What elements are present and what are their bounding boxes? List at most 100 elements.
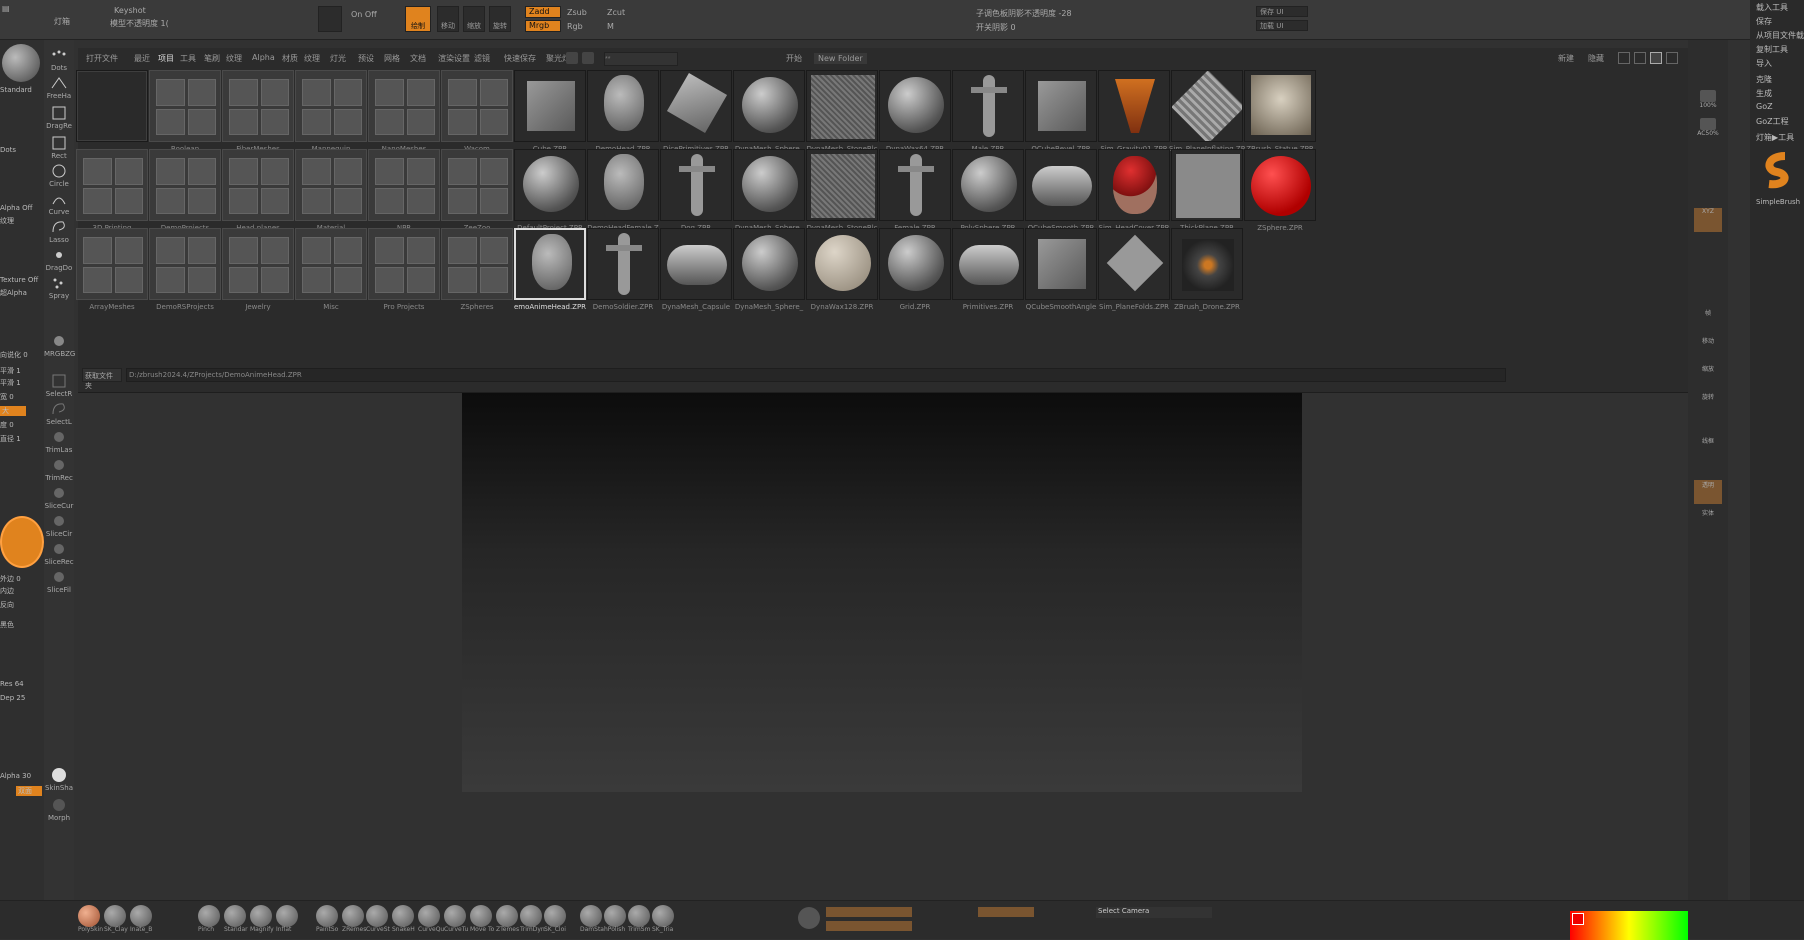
brush-thumb[interactable] [130,905,152,927]
save-ui-button[interactable]: 保存 UI [1256,6,1308,17]
shelf-move[interactable]: 移动 [1694,336,1722,360]
brush-thumb[interactable] [78,905,100,927]
focal-shift-dial[interactable] [0,516,44,568]
scale-button[interactable]: 缩放 [463,6,485,32]
lightbox-file[interactable]: Primitives.ZPR [952,228,1024,316]
load-ui-button[interactable]: 加载 UI [1256,20,1308,31]
get-folder-button[interactable]: 获取文件夹 [82,368,122,390]
lightbox-file[interactable]: PolySphere.ZPR [952,149,1024,237]
make-item[interactable]: 生成 [1756,88,1772,99]
lightbox-file[interactable]: QCubeSmoothAngle [1025,228,1097,316]
brush-thumb[interactable] [366,905,388,927]
stroke-curve[interactable]: Curve [44,188,74,218]
lightbox-file[interactable]: DynaMesh_Sphere_ [733,70,805,158]
brush-thumb[interactable] [418,905,440,927]
brush-thumb[interactable] [104,905,126,927]
select-lasso[interactable]: SelectL [44,398,74,428]
color-picker-handle[interactable] [1572,913,1584,925]
lightbox-folder[interactable]: Head planes [222,149,294,237]
lightbox-file[interactable]: ZBrush_Statue.ZPR [1244,70,1316,158]
lightbox-file[interactable]: QCubeSmooth.ZPR [1025,149,1097,237]
brush-thumb[interactable] [544,905,566,927]
color-picker-strip[interactable] [1570,911,1688,940]
tool-icon[interactable]: ▤ [2,4,10,13]
brush-thumb[interactable] [276,905,298,927]
smooth-label-1[interactable]: 平滑 1 [0,366,21,376]
rgb-button[interactable]: Rgb [567,22,583,31]
stroke-dragrect[interactable]: DragRe [44,102,74,132]
brush-thumb[interactable] [224,905,246,927]
m-button[interactable]: M [607,22,614,31]
brush-thumb[interactable] [470,905,492,927]
shelf-frame[interactable]: 帧 [1694,308,1722,332]
trim-lasso[interactable]: TrimLas [44,426,74,456]
select-camera-dropdown[interactable]: Select Camera [1096,907,1212,918]
lightbox-file[interactable]: DynaMesh_Capsule [660,228,732,316]
brush-thumb[interactable] [580,905,602,927]
lightbox-tool-item[interactable]: 灯箱▶工具 [1756,132,1794,143]
brush-thumb[interactable] [250,905,272,927]
orange-slider-3[interactable] [978,907,1034,917]
lightbox-file[interactable]: ZBrush_Drone.ZPR [1171,228,1243,316]
lightbox-folder[interactable]: ZeeZoo [441,149,513,237]
lightbox-file[interactable]: DicePrimitives.ZPR [660,70,732,158]
onoff-label[interactable]: On Off [351,10,377,19]
lightbox-file[interactable]: ThickPlane.ZPR [1171,149,1243,237]
trim-rect[interactable]: TrimRec [44,454,74,484]
slice-circle[interactable]: SliceCir [44,510,74,540]
import-item[interactable]: 导入 [1756,58,1772,69]
brush-thumb[interactable] [316,905,338,927]
brush-thumb[interactable] [392,905,414,927]
slice-fill[interactable]: SliceFil [44,566,74,596]
copy-tool-item[interactable]: 复制工具 [1756,44,1788,55]
goz-item[interactable]: GoZ [1756,102,1773,111]
lightbox-folder[interactable]: Misc [295,228,367,316]
lightbox-file[interactable]: DynaMesh_Sphere_ [733,149,805,237]
smooth-label-2[interactable]: 平滑 1 [0,378,21,388]
lightbox-file[interactable]: Male.ZPR [952,70,1024,158]
invert-row[interactable]: 反向 [0,600,44,612]
lightbox-file[interactable]: ZSphere.ZPR [1244,149,1316,237]
lightbox-file[interactable]: DefaultProject.ZPR [514,149,586,237]
lightbox-file[interactable]: DynaMesh_StoneBlc [806,149,878,237]
diameter-label[interactable]: 直径 1 [0,434,21,444]
shelf-polyframe[interactable]: 线框 [1694,436,1722,460]
orange-slider-2[interactable] [826,921,912,931]
lightbox-file[interactable]: Cube.ZPR [514,70,586,158]
lightbox-folder[interactable]: ArrayMeshes [76,228,148,316]
skinshade-material[interactable]: SkinSha [44,764,74,794]
zcut-button[interactable]: Zcut [607,8,625,17]
mrgb-button[interactable]: Mrgb [525,20,561,32]
path-input[interactable]: D:/zbrush2024.4/ZProjects/DemoAnimeHead.… [126,368,1506,382]
shelf-transp[interactable]: 透明 [1694,480,1722,504]
switch-shadow-slider[interactable]: 开关阴影 0 [976,22,1016,33]
stroke-lasso[interactable]: Lasso [44,216,74,246]
stroke-rect[interactable]: Rect [44,132,74,162]
stroke-dots[interactable]: Dots [44,44,74,74]
lightbox-file[interactable]: Sim_Gravity01.ZPR [1098,70,1170,158]
mrgbzgrabber[interactable]: MRGBZG [44,330,75,360]
alpha30-label[interactable]: Alpha 30 [0,772,31,780]
lazy-label[interactable]: 向说化 0 [0,350,28,360]
draw-button[interactable]: 绘制 [405,6,431,32]
width-label[interactable]: 宽 0 [0,392,14,402]
select-rect[interactable]: SelectR [44,370,74,400]
degree-label[interactable]: 度 0 [0,420,14,430]
lightbox-folder[interactable]: Wacom [441,70,513,158]
res-label[interactable]: Res 64 [0,680,24,688]
lightbox-file[interactable]: DemoHeadFemale.Z [587,149,659,237]
brush-thumb[interactable] [444,905,466,927]
load-tool-item[interactable]: 载入工具 [1756,2,1788,13]
lightbox-folder[interactable]: NPR [368,149,440,237]
lightbox-file[interactable] [76,70,148,158]
brush-thumb[interactable] [652,905,674,927]
shelf-scale[interactable]: 缩放 [1694,364,1722,388]
shelf-solo[interactable]: 实体 [1694,508,1722,532]
brush-thumb[interactable] [604,905,626,927]
lightbox-file[interactable]: DynaMesh_StoneBlc [806,70,878,158]
rotate-button[interactable]: 旋转 [489,6,511,32]
outer-label[interactable]: 外边 0 [0,574,21,584]
keyshot-label[interactable]: Keyshot [114,6,146,15]
lightbox-file[interactable]: DemoSoldier.ZPR [587,228,659,316]
lightbox-file[interactable]: Sim_HeadCover.ZPR [1098,149,1170,237]
